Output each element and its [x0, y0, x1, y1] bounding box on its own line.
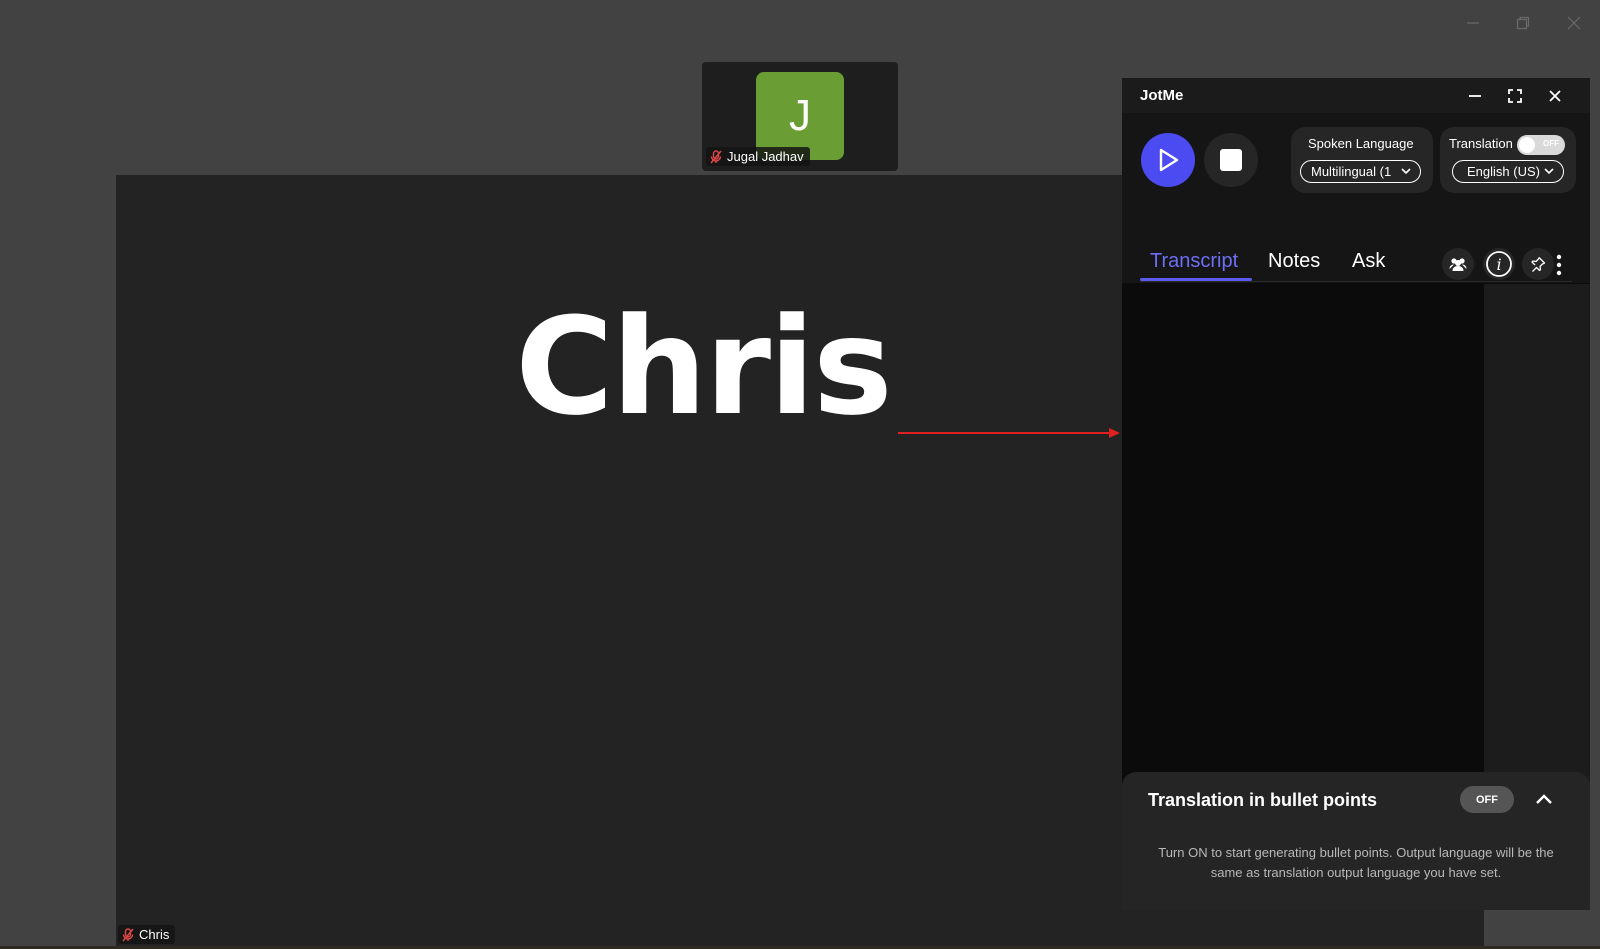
stop-icon	[1220, 149, 1242, 171]
close-icon	[1567, 16, 1581, 30]
jotme-panel: JotMe Spoken Language Multilingual (1 Tr…	[1122, 78, 1590, 910]
main-participant-tag-name: Chris	[139, 927, 170, 942]
translation-toggle-text: OFF	[1543, 139, 1559, 148]
people-icon	[1449, 258, 1467, 271]
collapse-button[interactable]	[1532, 788, 1556, 812]
info-button[interactable]: i	[1483, 248, 1515, 280]
mic-off-icon	[122, 927, 134, 942]
tab-ask[interactable]: Ask	[1352, 250, 1385, 273]
participant-name-tag: Jugal Jadhav	[706, 147, 810, 166]
control-row: Spoken Language Multilingual (1 Translat…	[1122, 113, 1590, 283]
pin-button[interactable]	[1522, 248, 1554, 280]
jotme-title: JotMe	[1140, 87, 1184, 104]
spoken-language-label: Spoken Language	[1308, 136, 1414, 151]
translation-card: Translation OFF English (US)	[1440, 127, 1576, 193]
svg-text:i: i	[1496, 255, 1501, 274]
annotation-arrow	[898, 428, 1120, 438]
translation-toggle[interactable]: OFF	[1517, 135, 1565, 155]
panel-fullscreen-button[interactable]	[1504, 85, 1526, 107]
spoken-language-select[interactable]: Multilingual (1	[1300, 160, 1421, 183]
panel-minimize-button[interactable]	[1464, 85, 1486, 107]
translation-language-value: English (US)	[1467, 164, 1540, 179]
restore-icon	[1516, 16, 1530, 30]
minimize-icon	[1469, 95, 1481, 97]
main-participant-name-tag: Chris	[118, 925, 176, 944]
bullet-points-toggle[interactable]: OFF	[1460, 786, 1514, 813]
minimize-icon	[1467, 22, 1479, 24]
more-menu-button[interactable]	[1556, 254, 1562, 276]
play-icon	[1159, 148, 1179, 172]
chevron-down-icon	[1544, 168, 1554, 175]
translation-label: Translation	[1449, 136, 1513, 151]
spoken-language-value: Multilingual (1	[1311, 164, 1392, 179]
window-minimize-button[interactable]	[1462, 12, 1484, 34]
info-icon: i	[1486, 251, 1512, 277]
chevron-down-icon	[1401, 168, 1411, 175]
more-vertical-icon	[1556, 254, 1562, 276]
panel-tabs: Transcript Notes Ask i	[1122, 238, 1590, 283]
close-icon	[1549, 90, 1561, 102]
mic-off-icon	[710, 149, 722, 164]
toggle-knob	[1519, 137, 1535, 153]
participants-button[interactable]	[1442, 248, 1474, 280]
tabs-divider	[1140, 281, 1572, 282]
transcript-area-edge	[1484, 284, 1590, 791]
participant-thumbnail[interactable]: J Jugal Jadhav	[702, 62, 898, 171]
bullet-points-title: Translation in bullet points	[1148, 790, 1378, 810]
chevron-up-icon	[1536, 794, 1552, 804]
bullet-points-card: Translation in bullet points OFF Turn ON…	[1122, 772, 1590, 910]
main-participant-name: Chris	[515, 289, 893, 445]
panel-close-button[interactable]	[1544, 85, 1566, 107]
tab-notes[interactable]: Notes	[1268, 250, 1320, 273]
pin-icon	[1531, 257, 1546, 272]
window-restore-button[interactable]	[1512, 12, 1534, 34]
fullscreen-icon	[1508, 89, 1522, 103]
spoken-language-card: Spoken Language Multilingual (1	[1291, 127, 1433, 193]
window-close-button[interactable]	[1563, 12, 1585, 34]
stop-button[interactable]	[1204, 133, 1258, 187]
jotme-titlebar[interactable]: JotMe	[1122, 78, 1590, 113]
participant-name: Jugal Jadhav	[727, 149, 804, 164]
play-button[interactable]	[1141, 133, 1195, 187]
translation-language-select[interactable]: English (US)	[1452, 160, 1564, 183]
bullet-points-description: Turn ON to start generating bullet point…	[1158, 845, 1554, 880]
tab-transcript[interactable]: Transcript	[1150, 250, 1238, 273]
